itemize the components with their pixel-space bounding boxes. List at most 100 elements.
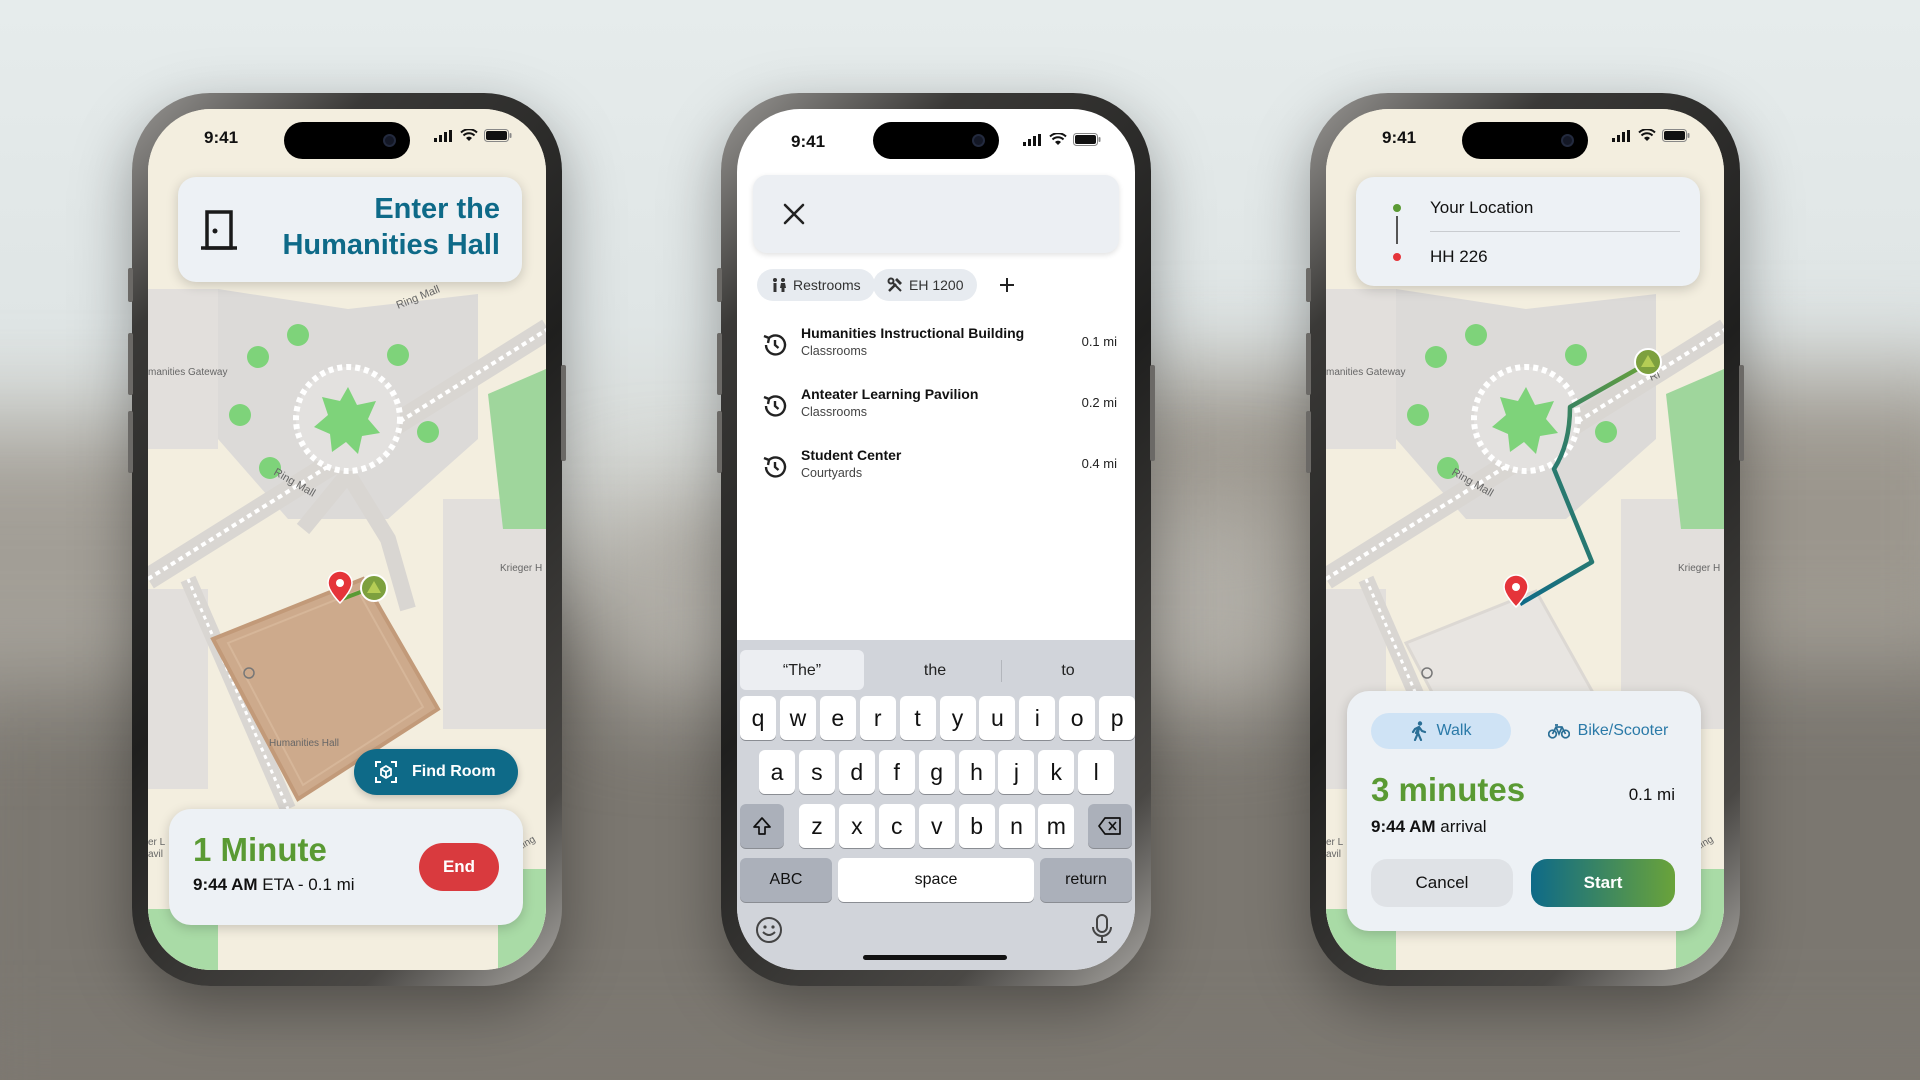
trip-duration: 1 Minute xyxy=(193,831,327,868)
field-divider xyxy=(1430,231,1680,232)
origin-field[interactable]: Your Location xyxy=(1430,198,1533,218)
abc-key[interactable]: ABC xyxy=(740,858,832,902)
arrival-label: arrival xyxy=(1440,817,1487,836)
shift-icon xyxy=(753,817,771,835)
phone-route-preview: 9:41 Ring Mall manities Gateway Krieger … xyxy=(1306,93,1744,986)
key-l[interactable]: l xyxy=(1078,750,1115,794)
result-distance: 0.4 mi xyxy=(1081,456,1117,471)
eta-time: 9:44 AM xyxy=(193,875,258,894)
route-connector xyxy=(1396,216,1398,244)
emoji-icon[interactable] xyxy=(755,916,783,944)
list-item[interactable]: Student Center Courtyards 0.4 mi xyxy=(759,443,1117,493)
result-name: Student Center xyxy=(801,447,902,463)
dynamic-island xyxy=(1462,122,1588,159)
mode-bike-label: Bike/Scooter xyxy=(1577,722,1669,739)
key-d[interactable]: d xyxy=(838,750,875,794)
instruction-line2: Humanities Hall xyxy=(282,229,500,261)
home-indicator xyxy=(863,955,1007,960)
map-label-humanities-hall: Humanities Hall xyxy=(269,738,339,749)
microphone-icon[interactable] xyxy=(1091,914,1113,944)
wifi-icon xyxy=(1638,129,1656,141)
key-w[interactable]: w xyxy=(779,696,816,740)
battery-icon xyxy=(1662,129,1690,142)
battery-icon xyxy=(484,129,512,142)
dynamic-island xyxy=(873,122,999,159)
trip-eta: 9:44 AM ETA - 0.1 mi xyxy=(193,875,355,895)
tools-icon xyxy=(887,277,902,292)
start-button[interactable]: Start xyxy=(1531,859,1675,907)
key-i[interactable]: i xyxy=(1019,696,1056,740)
find-room-button[interactable]: Find Room xyxy=(354,749,518,795)
key-f[interactable]: f xyxy=(878,750,915,794)
key-o[interactable]: o xyxy=(1059,696,1096,740)
screen-navigation: 9:41 Ring Mall Ring Mall manities Gatewa… xyxy=(148,109,546,970)
key-y[interactable]: y xyxy=(939,696,976,740)
map-label-gateway: manities Gateway xyxy=(1326,367,1405,378)
cancel-button[interactable]: Cancel xyxy=(1371,859,1513,907)
key-t[interactable]: t xyxy=(899,696,936,740)
list-item[interactable]: Anteater Learning Pavilion Classrooms 0.… xyxy=(759,382,1117,432)
map-label-edge-left-2: avil xyxy=(1326,849,1341,860)
space-key[interactable]: space xyxy=(838,858,1034,902)
key-g[interactable]: g xyxy=(918,750,955,794)
route-arrival: 9:44 AM arrival xyxy=(1371,817,1487,837)
mode-walk-tab[interactable]: Walk xyxy=(1371,713,1511,749)
list-item[interactable]: Humanities Instructional Building Classr… xyxy=(759,321,1117,371)
destination-field[interactable]: HH 226 xyxy=(1430,247,1488,267)
close-icon[interactable] xyxy=(783,203,805,225)
result-category: Courtyards xyxy=(801,466,863,480)
phone-navigation: 9:41 Ring Mall Ring Mall manities Gatewa… xyxy=(128,93,566,986)
restroom-icon xyxy=(773,278,786,292)
result-distance: 0.1 mi xyxy=(1081,334,1117,349)
suggestion-3[interactable]: to xyxy=(1003,652,1133,690)
key-u[interactable]: u xyxy=(979,696,1016,740)
result-category: Classrooms xyxy=(801,344,867,358)
trip-summary-card: 1 Minute 9:44 AM ETA - 0.1 mi End xyxy=(169,809,523,925)
map-label-krieger: Krieger H xyxy=(1678,563,1720,574)
return-key[interactable]: return xyxy=(1040,858,1132,902)
chip-eh-1200[interactable]: EH 1200 xyxy=(873,269,978,301)
key-m[interactable]: m xyxy=(1038,804,1075,848)
end-button[interactable]: End xyxy=(419,843,499,891)
key-c[interactable]: c xyxy=(878,804,915,848)
map-label-gateway: manities Gateway xyxy=(148,367,227,378)
mode-walk-label: Walk xyxy=(1436,722,1472,739)
key-v[interactable]: v xyxy=(918,804,955,848)
route-summary-card: Walk Bike/Scooter 3 minutes 0.1 mi 9:44 … xyxy=(1347,691,1701,931)
key-h[interactable]: h xyxy=(958,750,995,794)
arrival-time: 9:44 AM xyxy=(1371,817,1436,836)
suggestion-1[interactable]: “The” xyxy=(740,652,864,690)
cellular-icon xyxy=(434,129,452,142)
screen-route-preview: 9:41 Ring Mall manities Gateway Krieger … xyxy=(1326,109,1724,970)
chip-restrooms[interactable]: Restrooms xyxy=(757,269,875,301)
key-q[interactable]: q xyxy=(740,696,776,740)
suggestion-2[interactable]: the xyxy=(870,652,1000,690)
search-input[interactable] xyxy=(753,175,1119,253)
chip-label: EH 1200 xyxy=(909,277,964,293)
delete-key[interactable] xyxy=(1088,804,1132,848)
wifi-icon xyxy=(1049,133,1067,145)
key-n[interactable]: n xyxy=(998,804,1035,848)
route-distance: 0.1 mi xyxy=(1628,785,1675,804)
battery-icon xyxy=(1073,133,1101,146)
key-j[interactable]: j xyxy=(998,750,1035,794)
screen-search: 9:41 Restrooms EH 1200 Humanities Instru… xyxy=(737,109,1135,970)
add-chip-icon[interactable] xyxy=(999,277,1015,293)
key-p[interactable]: p xyxy=(1099,696,1135,740)
status-time: 9:41 xyxy=(204,128,239,147)
instruction-banner: Enter the Humanities Hall xyxy=(178,177,522,282)
history-icon xyxy=(763,395,787,417)
key-e[interactable]: e xyxy=(819,696,856,740)
door-icon xyxy=(201,210,237,250)
key-r[interactable]: r xyxy=(859,696,896,740)
key-b[interactable]: b xyxy=(958,804,995,848)
key-x[interactable]: x xyxy=(838,804,875,848)
key-z[interactable]: z xyxy=(799,804,835,848)
shift-key[interactable] xyxy=(740,804,784,848)
mode-bike-tab[interactable]: Bike/Scooter xyxy=(1533,713,1683,749)
key-a[interactable]: a xyxy=(759,750,795,794)
instruction-line1: Enter the xyxy=(374,193,500,225)
key-s[interactable]: s xyxy=(798,750,835,794)
result-distance: 0.2 mi xyxy=(1081,395,1117,410)
key-k[interactable]: k xyxy=(1038,750,1075,794)
